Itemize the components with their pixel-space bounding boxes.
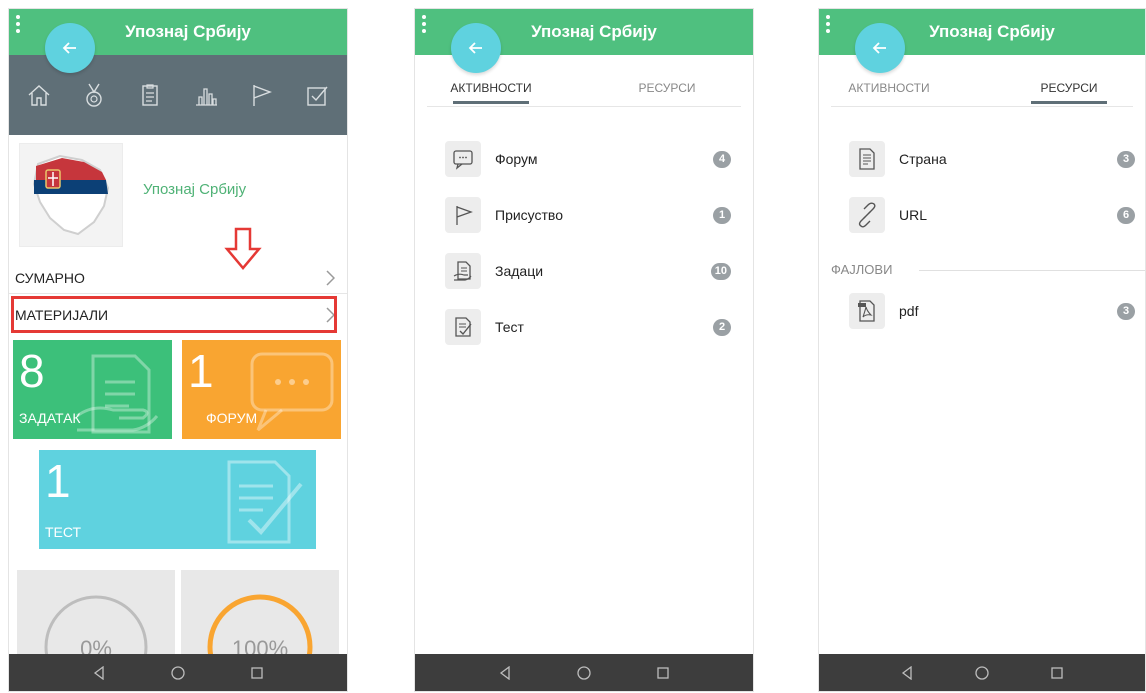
quiz-document-icon — [227, 460, 303, 544]
count-badge: 3 — [1117, 303, 1135, 320]
item-label: URL — [899, 207, 928, 223]
item-label: Присуство — [495, 207, 563, 223]
arrow-left-icon — [468, 42, 482, 54]
assignment-hand-icon — [76, 354, 159, 434]
assignment-count: 8 — [19, 345, 45, 397]
list-item-url[interactable]: URL 6 — [849, 195, 1139, 235]
active-tab-indicator — [453, 101, 529, 104]
nav-back-icon[interactable] — [89, 663, 109, 683]
flag-icon — [445, 197, 481, 233]
nav-recents-icon[interactable] — [653, 663, 673, 683]
tab-resources-label: РЕСУРСИ — [638, 81, 696, 95]
arrow-left-icon — [872, 42, 886, 54]
count-badge: 6 — [1117, 207, 1135, 224]
quiz-icon — [445, 309, 481, 345]
count-badge: 2 — [713, 319, 731, 336]
tab-divider — [427, 106, 741, 107]
back-button[interactable] — [855, 23, 905, 73]
arrow-left-icon — [62, 42, 76, 54]
progress-stats: 0% 100% — [9, 562, 347, 662]
phone-screen-activities: Упознај Србију АКТИВНОСТИ РЕСУРСИ Форум … — [414, 8, 754, 692]
chevron-right-icon — [326, 270, 335, 286]
nav-back-icon[interactable] — [495, 663, 515, 683]
nav-recents-icon[interactable] — [247, 663, 267, 683]
back-button[interactable] — [451, 23, 501, 73]
medal-icon[interactable] — [74, 75, 114, 115]
clipboard-icon[interactable] — [130, 75, 170, 115]
nav-back-icon[interactable] — [897, 663, 917, 683]
section-title: ФАЈЛОВИ — [831, 262, 893, 277]
quiz-count: 1 — [45, 455, 71, 507]
list-item-quiz[interactable]: Тест 2 — [445, 307, 735, 347]
flag-icon[interactable] — [241, 75, 281, 115]
tab-resources[interactable]: РЕСУРСИ — [607, 81, 727, 95]
count-badge: 10 — [710, 263, 731, 280]
list-item-attendance[interactable]: Присуство 1 — [445, 195, 735, 235]
chat-icon — [445, 141, 481, 177]
checkbox-icon[interactable] — [297, 75, 337, 115]
tab-activities[interactable]: АКТИВНОСТИ — [431, 81, 551, 104]
home-icon[interactable] — [19, 75, 59, 115]
count-badge: 1 — [713, 207, 731, 224]
forum-tile[interactable]: 1 ФОРУМ — [182, 340, 341, 439]
list-item-forum[interactable]: Форум 4 — [445, 139, 735, 179]
tab-activities-label: АКТИВНОСТИ — [848, 81, 930, 95]
files-section-header: ФАЈЛОВИ — [831, 262, 1145, 277]
progress-card-1: 100% — [181, 570, 339, 662]
count-badge: 4 — [713, 151, 731, 168]
forum-count: 1 — [188, 345, 214, 397]
forum-label: ФОРУМ — [206, 410, 258, 426]
course-name: Упознај Србију — [143, 181, 247, 198]
assignment-label: ЗАДАТАК — [19, 410, 81, 426]
item-label: Страна — [899, 151, 947, 167]
section-divider — [919, 270, 1145, 271]
list-item-assignments[interactable]: Задаци 10 — [445, 251, 735, 291]
tab-divider — [831, 106, 1133, 107]
progress-card-0: 0% — [17, 570, 175, 662]
android-nav-bar — [9, 654, 347, 691]
chat-bubble-icon — [250, 352, 334, 432]
back-button[interactable] — [45, 23, 95, 73]
nav-recents-icon[interactable] — [1047, 663, 1067, 683]
android-nav-bar — [415, 654, 753, 691]
nav-home-icon[interactable] — [972, 663, 992, 683]
bar-chart-icon[interactable] — [186, 75, 226, 115]
page-icon — [849, 141, 885, 177]
item-label: Задаци — [495, 263, 544, 279]
tab-resources-label: РЕСУРСИ — [1040, 81, 1098, 95]
list-item-page[interactable]: Страна 3 — [849, 139, 1139, 179]
item-label: pdf — [899, 303, 919, 319]
link-icon — [849, 197, 885, 233]
course-header: Упознај Србију — [9, 135, 347, 249]
phone-screen-resources: Упознај Србију АКТИВНОСТИ РЕСУРСИ Страна… — [818, 8, 1146, 692]
tab-activities[interactable]: АКТИВНОСТИ — [829, 81, 949, 95]
serbia-map-image — [19, 143, 123, 247]
item-label: Форум — [495, 151, 538, 167]
quiz-label: ТЕСТ — [45, 524, 82, 540]
android-nav-bar — [819, 654, 1145, 691]
tab-activities-label: АКТИВНОСТИ — [450, 81, 532, 95]
count-badge: 3 — [1117, 151, 1135, 168]
pdf-icon — [849, 293, 885, 329]
summary-label: СУМАРНО — [15, 269, 85, 286]
quiz-tile[interactable]: 1 ТЕСТ — [39, 450, 316, 549]
assignment-icon — [445, 253, 481, 289]
tab-resources[interactable]: РЕСУРСИ — [1009, 81, 1129, 104]
list-item-pdf[interactable]: pdf 3 — [849, 291, 1139, 331]
phone-screen-overview: Упознај Србију Упознај Србију СУМАРНО МА… — [8, 8, 348, 692]
item-label: Тест — [495, 319, 524, 335]
nav-home-icon[interactable] — [574, 663, 594, 683]
nav-home-icon[interactable] — [168, 663, 188, 683]
assignment-tile[interactable]: 8 ЗАДАТАК — [13, 340, 172, 439]
summary-row[interactable]: СУМАРНО — [9, 262, 347, 294]
materials-highlight-box — [11, 296, 337, 333]
active-tab-indicator — [1031, 101, 1107, 104]
